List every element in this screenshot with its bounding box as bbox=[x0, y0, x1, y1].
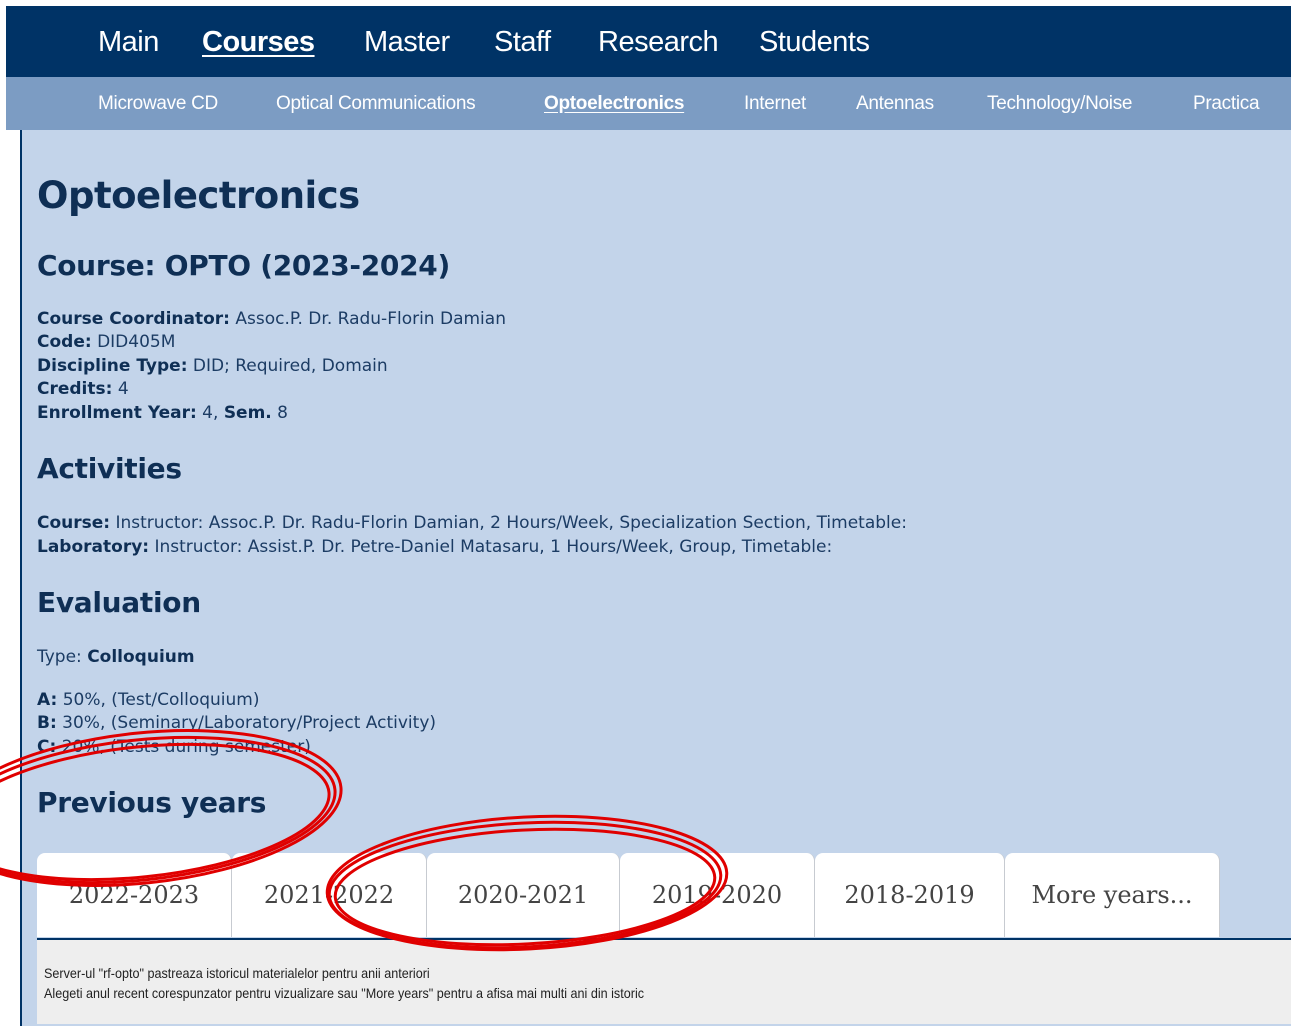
course-code-label: Code: bbox=[37, 332, 92, 352]
discipline-type-value: DID; Required, Domain bbox=[192, 356, 388, 376]
evaluation-type-label: Type: bbox=[37, 647, 82, 667]
activity-course-text: Instructor: Assoc.P. Dr. Radu-Florin Dam… bbox=[115, 513, 907, 533]
enrollment-year-label: Enrollment Year: bbox=[37, 403, 197, 423]
nav-master[interactable]: Master bbox=[364, 24, 450, 60]
evaluation-heading: Evaluation bbox=[37, 586, 201, 619]
activity-course: Course: Instructor: Assoc.P. Dr. Radu-Fl… bbox=[37, 512, 907, 536]
discipline-type-label: Discipline Type: bbox=[37, 356, 188, 376]
course-coordinator-value: Assoc.P. Dr. Radu-Florin Damian bbox=[235, 309, 506, 329]
previous-years-heading: Previous years bbox=[37, 786, 267, 819]
tab-panel: Server-ul "rf-opto" pastreaza istoricul … bbox=[37, 938, 1291, 1024]
tab-2021-2022[interactable]: 2021-2022 bbox=[232, 853, 427, 937]
nav-staff[interactable]: Staff bbox=[494, 24, 551, 60]
course-coordinator: Course Coordinator: Assoc.P. Dr. Radu-Fl… bbox=[37, 308, 506, 332]
activities-heading: Activities bbox=[37, 452, 182, 485]
credits-label: Credits: bbox=[37, 379, 113, 399]
evaluation-a-text: 50%, (Test/Colloquium) bbox=[62, 690, 260, 710]
tab-2018-2019[interactable]: 2018-2019 bbox=[815, 853, 1005, 937]
subnav-antennas[interactable]: Antennas bbox=[856, 92, 934, 116]
course-code: Code: DID405M bbox=[37, 331, 175, 355]
evaluation-b: B: 30%, (Seminary/Laboratory/Project Act… bbox=[37, 712, 436, 736]
subnav-practica[interactable]: Practica bbox=[1193, 92, 1260, 116]
credits: Credits: 4 bbox=[37, 378, 129, 402]
subnav-optical-communications[interactable]: Optical Communications bbox=[276, 92, 476, 116]
activity-course-label: Course: bbox=[37, 513, 111, 533]
evaluation-b-label: B: bbox=[37, 713, 57, 733]
course-code-value: DID405M bbox=[97, 332, 176, 352]
course-heading: Course: OPTO (2023-2024) bbox=[37, 249, 450, 282]
activity-lab-text: Instructor: Assist.P. Dr. Petre-Daniel M… bbox=[154, 537, 833, 557]
evaluation-b-text: 30%, (Seminary/Laboratory/Project Activi… bbox=[62, 713, 437, 733]
tab-2020-2021[interactable]: 2020-2021 bbox=[427, 853, 620, 937]
nav-courses[interactable]: Courses bbox=[202, 24, 315, 60]
tab-more-years[interactable]: More years... bbox=[1005, 853, 1220, 937]
enrollment-year-value: 4, bbox=[202, 403, 219, 423]
nav-students[interactable]: Students bbox=[759, 24, 870, 60]
top-nav: Main Courses Master Staff Research Stude… bbox=[6, 6, 1291, 77]
evaluation-c-text: 20%, (Tests during semester) bbox=[61, 737, 311, 757]
course-coordinator-label: Course Coordinator: bbox=[37, 309, 230, 329]
sem-label: Sem. bbox=[223, 403, 272, 423]
subnav-internet[interactable]: Internet bbox=[744, 92, 806, 116]
sub-nav: Microwave CD Optical Communications Opto… bbox=[6, 77, 1291, 130]
evaluation-a-label: A: bbox=[37, 690, 58, 710]
evaluation-a: A: 50%, (Test/Colloquium) bbox=[37, 689, 260, 713]
evaluation-c-label: C: bbox=[37, 737, 57, 757]
enrollment-year: Enrollment Year: 4, Sem. 8 bbox=[37, 402, 288, 426]
subnav-microwave-cd[interactable]: Microwave CD bbox=[98, 92, 218, 116]
activity-lab-label: Laboratory: bbox=[37, 537, 150, 557]
subnav-technology-noise[interactable]: Technology/Noise bbox=[987, 92, 1132, 116]
sem-value: 8 bbox=[277, 403, 288, 423]
nav-main[interactable]: Main bbox=[98, 24, 159, 60]
tab-panel-note-1: Server-ul "rf-opto" pastreaza istoricul … bbox=[44, 965, 430, 981]
evaluation-c: C: 20%, (Tests during semester) bbox=[37, 736, 311, 760]
page-title: Optoelectronics bbox=[37, 174, 360, 217]
subnav-optoelectronics[interactable]: Optoelectronics bbox=[544, 92, 684, 116]
evaluation-type-value: Colloquium bbox=[87, 647, 195, 667]
tab-2019-2020[interactable]: 2019-2020 bbox=[620, 853, 815, 937]
evaluation-type: Type: Colloquium bbox=[37, 646, 195, 670]
nav-research[interactable]: Research bbox=[598, 24, 719, 60]
tab-panel-note-2: Alegeti anul recent corespunzator pentru… bbox=[44, 985, 645, 1001]
tab-2022-2023[interactable]: 2022-2023 bbox=[37, 853, 232, 937]
discipline-type: Discipline Type: DID; Required, Domain bbox=[37, 355, 388, 379]
activity-lab: Laboratory: Instructor: Assist.P. Dr. Pe… bbox=[37, 536, 832, 560]
credits-value: 4 bbox=[117, 379, 129, 399]
